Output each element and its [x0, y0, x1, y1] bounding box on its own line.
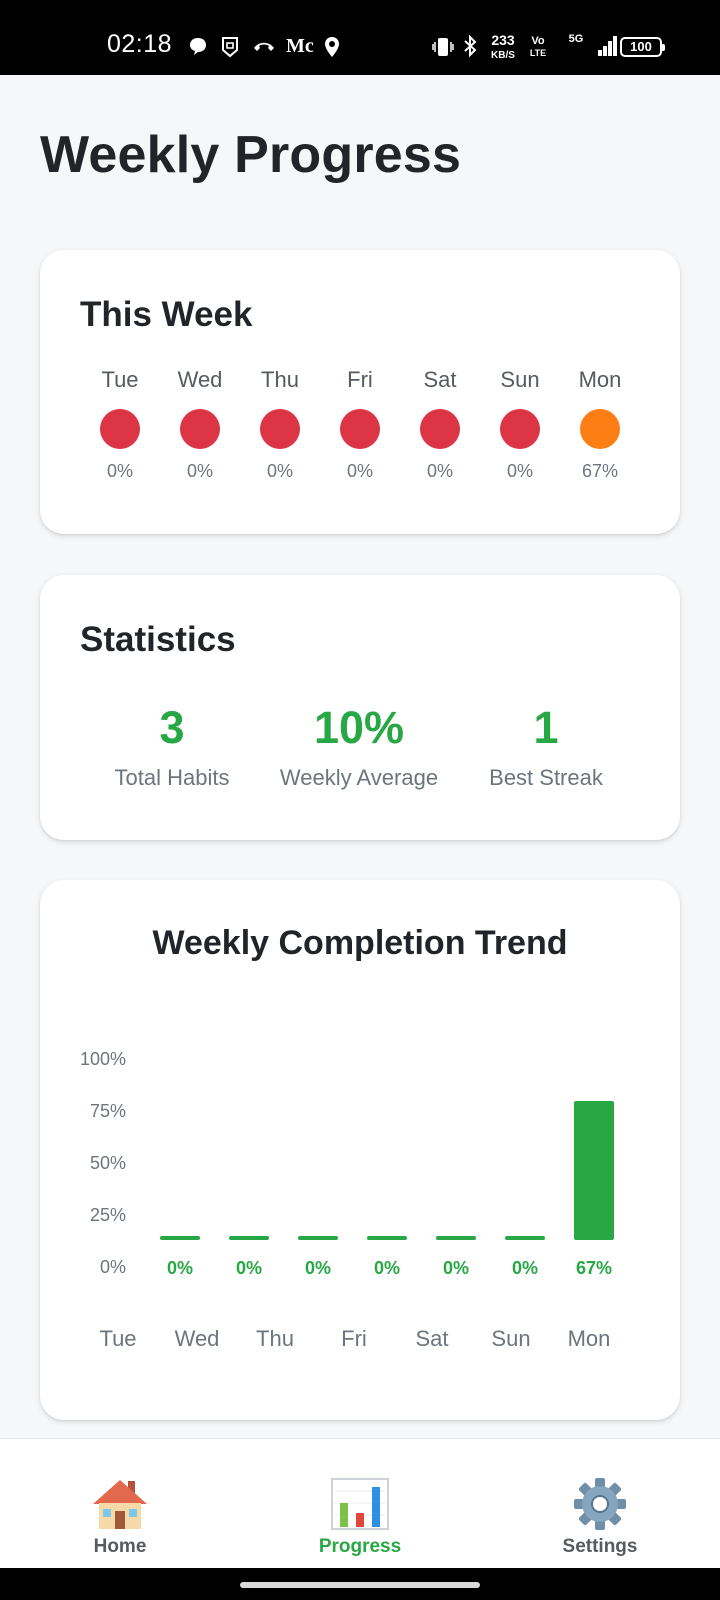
- y-tick-label: 50%: [89, 1153, 126, 1173]
- stat-value: 3: [159, 702, 185, 753]
- stat-label: Weekly Average: [279, 765, 439, 790]
- stat-label: Best Streak: [489, 765, 603, 790]
- bar-fri: [367, 1236, 407, 1240]
- week-day-sat: Sat 0%: [400, 365, 480, 482]
- day-status-dot: [340, 409, 380, 449]
- stat-total-habits: 3 Total Habits: [72, 699, 272, 791]
- day-name: Thu: [261, 367, 299, 392]
- day-percent: 0%: [426, 461, 453, 481]
- network-type: 5G: [568, 33, 584, 45]
- status-bar: 02:18 Mc 233 KB/S Vo LTE 5G 100: [0, 0, 720, 75]
- week-day-thu: Thu 0%: [240, 365, 320, 482]
- bluetooth-icon: [464, 34, 477, 58]
- weekly-trend-card: Weekly Completion Trend 100% 75% 50% 25% 0% 0…: [40, 880, 680, 1420]
- network-speed-value: 233: [491, 32, 515, 48]
- volte-label-top: Vo: [531, 35, 545, 47]
- bottom-navigation: Home Progress Settings: [0, 1438, 720, 1568]
- nav-label-home: Home: [93, 1536, 147, 1557]
- chat-bubble-icon: [190, 38, 206, 55]
- week-day-sun: Sun 0%: [480, 365, 560, 482]
- x-axis-label: Wed: [174, 1326, 220, 1351]
- this-week-title: This Week: [80, 295, 253, 334]
- day-status-dot: [180, 409, 220, 449]
- day-name: Mon: [578, 367, 622, 392]
- stat-value: 10%: [313, 702, 405, 753]
- bar-wed: [229, 1236, 269, 1240]
- day-percent: 0%: [506, 461, 533, 481]
- bar-tue: [160, 1236, 200, 1240]
- nav-label-settings: Settings: [562, 1536, 638, 1557]
- day-percent: 67%: [581, 461, 619, 481]
- bar-data-label: 0%: [235, 1258, 262, 1278]
- statistics-card: Statistics 3 Total Habits 10% Weekly Ave…: [40, 575, 680, 840]
- bar-data-label: 0%: [442, 1258, 469, 1278]
- nav-label-progress: Progress: [318, 1536, 402, 1557]
- x-axis-label: Sat: [415, 1326, 449, 1351]
- bar-data-label: 0%: [511, 1258, 538, 1278]
- carrier-text: Mc: [286, 35, 314, 57]
- day-percent: 0%: [346, 461, 373, 481]
- stat-best-streak: 1 Best Streak: [446, 699, 646, 791]
- bar-data-label: 67%: [575, 1258, 613, 1278]
- network-speed-unit: KB/S: [491, 50, 515, 61]
- location-pin-icon: [325, 37, 339, 57]
- x-axis-label: Thu: [256, 1326, 294, 1351]
- bar-sat: [436, 1236, 476, 1240]
- nav-item-home[interactable]: Home: [20, 1439, 220, 1569]
- y-tick-label: 25%: [89, 1205, 126, 1225]
- gesture-navigation-area: [0, 1568, 720, 1600]
- bar-thu: [298, 1236, 338, 1240]
- vibrate-icon: [432, 38, 454, 56]
- stat-weekly-average: 10% Weekly Average: [259, 699, 459, 791]
- day-percent: 0%: [186, 461, 213, 481]
- week-day-mon: Mon 67%: [560, 365, 640, 482]
- day-percent: 0%: [106, 461, 133, 481]
- bar-chart-icon: [331, 1478, 389, 1530]
- day-name: Fri: [347, 367, 373, 392]
- weekly-completion-chart: 100% 75% 50% 25% 0% 0% Tue 0% Wed 0% Thu 0% Fri 0% Sat…: [40, 880, 680, 1420]
- page-title: Weekly Progress: [40, 126, 462, 184]
- x-axis-label: Tue: [99, 1326, 137, 1351]
- day-name: Wed: [177, 367, 223, 392]
- bar-sun: [505, 1236, 545, 1240]
- gesture-handle[interactable]: [240, 1582, 480, 1588]
- shield-badge-icon: [222, 37, 238, 58]
- bar-data-label: 0%: [166, 1258, 193, 1278]
- status-time: 02:18: [107, 30, 173, 58]
- statistics-title: Statistics: [80, 620, 236, 659]
- bar-data-label: 0%: [373, 1258, 400, 1278]
- stat-label: Total Habits: [114, 765, 230, 790]
- x-axis-label: Mon: [567, 1326, 611, 1351]
- day-percent: 0%: [266, 461, 293, 481]
- nav-item-progress[interactable]: Progress: [260, 1439, 460, 1569]
- gear-icon: [574, 1478, 626, 1530]
- bar-mon: [574, 1100, 614, 1240]
- day-name: Tue: [101, 367, 139, 392]
- signal-strength-icon: [598, 36, 618, 56]
- day-status-dot: [100, 409, 140, 449]
- battery-icon: 100: [620, 37, 665, 57]
- week-day-fri: Fri 0%: [320, 365, 400, 482]
- day-status-dot: [500, 409, 540, 449]
- y-tick-label: 100%: [79, 1049, 126, 1069]
- week-day-wed: Wed 0%: [160, 365, 240, 482]
- day-status-dot: [260, 409, 300, 449]
- y-tick-label: 0%: [99, 1257, 126, 1277]
- y-tick-label: 75%: [89, 1101, 126, 1121]
- week-day-tue: Tue 0%: [80, 365, 160, 482]
- x-axis-label: Fri: [341, 1326, 367, 1351]
- nav-item-settings[interactable]: Settings: [500, 1439, 700, 1569]
- day-status-dot: [580, 409, 620, 449]
- volte-label-bottom: LTE: [529, 48, 547, 58]
- house-icon: [93, 1480, 147, 1529]
- x-axis-label: Sun: [491, 1326, 531, 1351]
- stat-value: 1: [533, 702, 559, 753]
- day-name: Sat: [423, 367, 457, 392]
- day-status-dot: [420, 409, 460, 449]
- missed-call-icon: [254, 42, 274, 51]
- bar-data-label: 0%: [304, 1258, 331, 1278]
- day-name: Sun: [500, 367, 540, 392]
- this-week-card: This Week Tue 0% Wed 0% Thu 0% Fri 0% Sat 0% Sun 0%…: [40, 250, 680, 534]
